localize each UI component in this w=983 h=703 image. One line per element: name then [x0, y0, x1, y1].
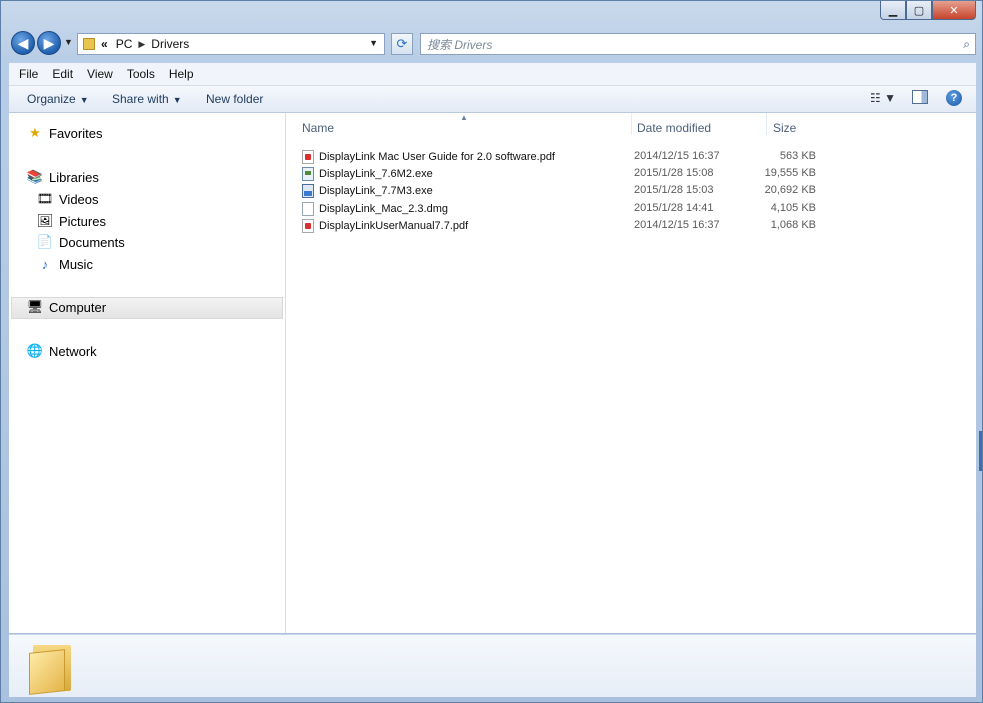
menu-tools[interactable]: Tools — [127, 67, 155, 81]
menu-file[interactable]: File — [19, 67, 38, 81]
sidebar-item-label: Computer — [49, 299, 107, 315]
breadcrumb-separator-icon[interactable]: ▶ — [138, 39, 145, 50]
sidebar-item-label: Libraries — [49, 169, 99, 185]
search-input[interactable]: 搜索 Drivers ⌕ — [420, 33, 976, 55]
chevron-down-icon: ▼ — [172, 95, 182, 105]
history-dropdown-icon[interactable]: ▼ — [64, 37, 73, 47]
file-row[interactable]: DisplayLink_Mac_2.3.dmg 2015/1/28 14:41 … — [286, 200, 976, 217]
share-with-label: Share with — [112, 92, 169, 106]
chevron-down-icon: ▼ — [79, 95, 89, 105]
organize-label: Organize — [27, 92, 76, 106]
music-icon: ♪ — [41, 256, 49, 272]
file-date: 2014/12/15 16:37 — [634, 150, 720, 162]
file-size: 563 KB — [779, 150, 816, 162]
sidebar-item-label: Favorites — [49, 125, 103, 141]
sidebar-item-videos[interactable]: 🎞 Videos — [37, 191, 99, 207]
sort-ascending-icon: ▲ — [460, 113, 468, 122]
column-header-size[interactable]: Size — [773, 121, 796, 135]
menu-help[interactable]: Help — [169, 67, 194, 81]
back-button[interactable]: ◀ — [11, 31, 35, 55]
sidebar-item-documents[interactable]: 📄 Documents — [37, 234, 125, 250]
sidebar-item-computer[interactable]: 🖥 Computer — [27, 299, 106, 315]
file-date: 2015/1/28 15:08 — [634, 167, 714, 179]
file-list: ▲ Name Date modified Size DisplayLink Ma… — [286, 113, 976, 633]
file-row[interactable]: DisplayLinkUserManual7.7.pdf 2014/12/15 … — [286, 217, 976, 234]
file-name: DisplayLink_7.7M3.exe — [319, 185, 433, 197]
documents-icon: 📄 — [36, 234, 54, 249]
file-date: 2014/12/15 16:37 — [634, 219, 720, 231]
exe-file-icon — [302, 167, 314, 181]
network-icon: 🌐 — [26, 343, 44, 358]
search-placeholder: 搜索 Drivers — [427, 37, 493, 52]
address-dropdown-icon[interactable]: ▼ — [369, 38, 378, 48]
forward-button[interactable]: ▶ — [37, 31, 61, 55]
window-edge-accent — [979, 431, 982, 471]
maximize-button[interactable]: ▢ — [906, 1, 932, 20]
file-name: DisplayLink_7.6M2.exe — [319, 168, 433, 180]
preview-pane-icon[interactable] — [912, 90, 928, 104]
sidebar-item-favorites[interactable]: ★ Favorites — [27, 125, 102, 141]
column-divider[interactable] — [631, 113, 632, 135]
minimize-button[interactable]: ▁ — [880, 1, 906, 20]
share-with-button[interactable]: Share with ▼ — [112, 92, 182, 106]
navigation-row: ◀ ▶ ▼ « PC ▶ Drivers ▼ ⟳ 搜索 Drivers ⌕ — [9, 31, 976, 57]
videos-icon: 🎞 — [36, 191, 54, 206]
search-icon[interactable]: ⌕ — [963, 37, 970, 52]
menu-view[interactable]: View — [87, 67, 113, 81]
sidebar-item-network[interactable]: 🌐 Network — [27, 343, 97, 359]
explorer-window: ▁ ▢ ✕ ◀ ▶ ▼ « PC ▶ Drivers ▼ ⟳ 搜索 Driver… — [0, 0, 983, 703]
close-button[interactable]: ✕ — [932, 1, 976, 20]
pdf-file-icon — [302, 219, 314, 233]
column-header-name[interactable]: Name — [302, 121, 334, 135]
file-date: 2015/1/28 15:03 — [634, 184, 714, 196]
sidebar-item-label: Videos — [59, 191, 99, 207]
pictures-icon: 🖼 — [36, 213, 54, 228]
file-row[interactable]: DisplayLink_7.7M3.exe 2015/1/28 15:03 20… — [286, 182, 976, 199]
command-bar: Organize ▼ Share with ▼ New folder ☷ ▼ ? — [9, 86, 976, 113]
file-row[interactable]: DisplayLink Mac User Guide for 2.0 softw… — [286, 148, 976, 165]
file-row[interactable]: DisplayLink_7.6M2.exe 2015/1/28 15:08 19… — [286, 165, 976, 182]
menu-edit[interactable]: Edit — [52, 67, 73, 81]
star-icon: ★ — [29, 125, 41, 140]
breadcrumb-pc[interactable]: PC — [116, 37, 133, 51]
folder-large-icon — [29, 639, 75, 695]
computer-icon: 🖥 — [26, 299, 44, 314]
file-size: 20,692 KB — [764, 184, 816, 196]
caption-buttons: ▁ ▢ ✕ — [880, 1, 976, 20]
change-view-icon[interactable]: ☷ ▼ — [870, 91, 896, 105]
menu-bar: File Edit View Tools Help — [9, 63, 976, 86]
libraries-icon: 📚 — [26, 169, 44, 184]
sidebar-item-label: Network — [49, 343, 97, 359]
file-date: 2015/1/28 14:41 — [634, 202, 714, 214]
column-divider[interactable] — [766, 113, 767, 135]
overflow-chevron-icon[interactable]: « — [101, 37, 108, 51]
breadcrumb-drivers[interactable]: Drivers — [151, 37, 189, 51]
sidebar-item-libraries[interactable]: 📚 Libraries — [27, 169, 99, 185]
file-name: DisplayLinkUserManual7.7.pdf — [319, 220, 469, 232]
folder-icon — [83, 38, 95, 50]
details-pane — [9, 634, 976, 697]
navigation-pane: ★ Favorites 📚 Libraries 🎞 Videos 🖼 Pictu… — [9, 113, 286, 633]
refresh-button[interactable]: ⟳ — [391, 33, 413, 55]
column-header-date-modified[interactable]: Date modified — [637, 121, 711, 135]
sidebar-item-music[interactable]: ♪ Music — [37, 256, 93, 272]
sidebar-item-label: Music — [59, 256, 93, 272]
file-name: DisplayLink_Mac_2.3.dmg — [319, 203, 449, 215]
sidebar-item-label: Pictures — [59, 213, 106, 229]
help-icon[interactable]: ? — [946, 90, 962, 106]
file-size: 1,068 KB — [770, 219, 816, 231]
sidebar-item-label: Documents — [59, 234, 125, 250]
pdf-file-icon — [302, 150, 314, 164]
organize-button[interactable]: Organize ▼ — [27, 92, 89, 106]
new-folder-button[interactable]: New folder — [206, 92, 263, 106]
file-name: DisplayLink Mac User Guide for 2.0 softw… — [319, 151, 555, 163]
file-size: 19,555 KB — [764, 167, 816, 179]
blank-file-icon — [302, 202, 314, 216]
setup-file-icon — [302, 184, 314, 198]
sidebar-item-pictures[interactable]: 🖼 Pictures — [37, 213, 106, 229]
file-size: 4,105 KB — [770, 202, 816, 214]
address-bar[interactable]: « PC ▶ Drivers ▼ — [77, 33, 385, 55]
